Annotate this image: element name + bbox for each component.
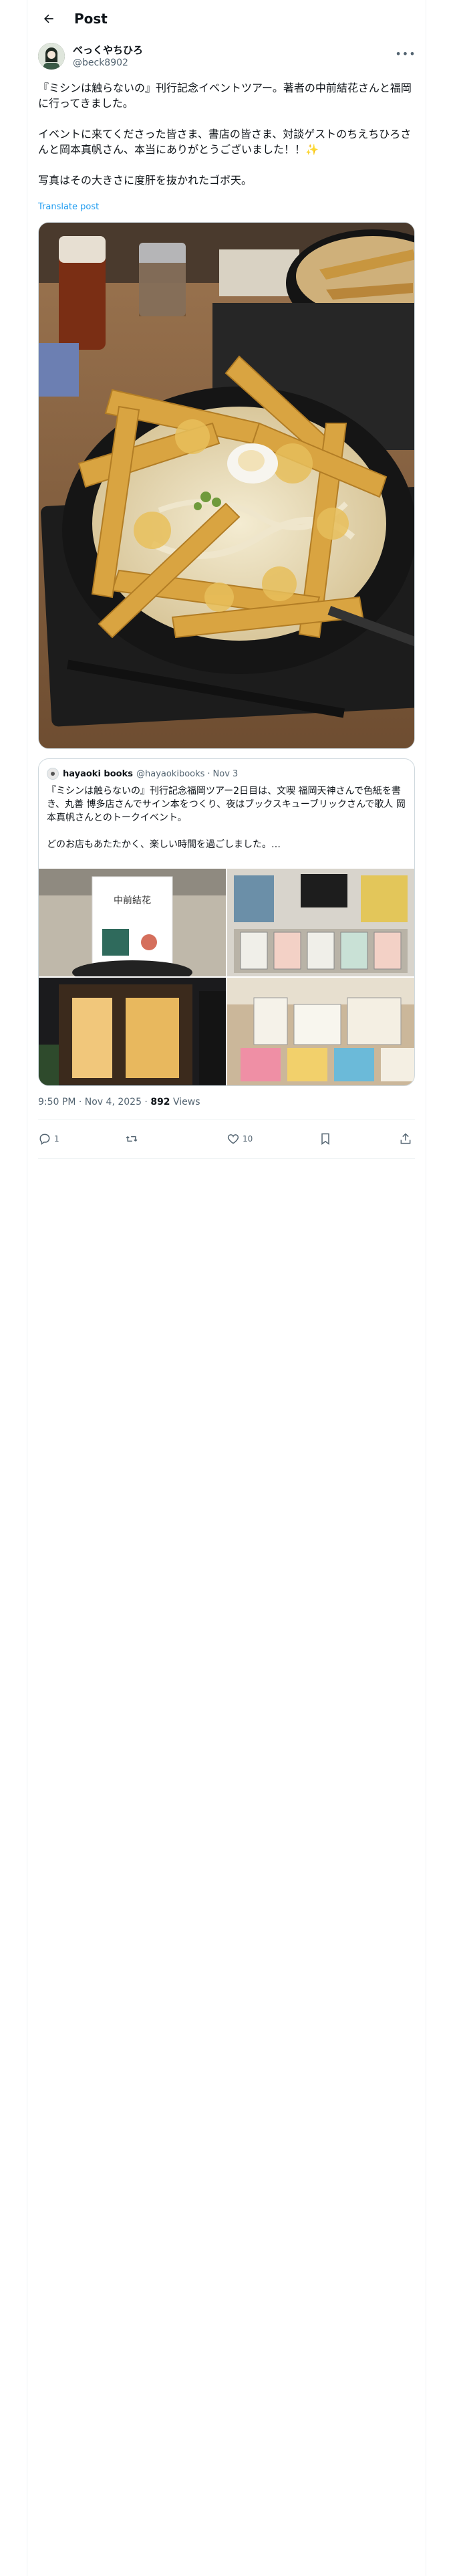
- post-paragraph: 写真はその大きさに度肝を抜かれたゴボ天。: [38, 174, 253, 187]
- divider: [38, 1158, 415, 1159]
- quoted-image-grid: 中前結花: [39, 869, 414, 1085]
- storefront-photo: [39, 978, 226, 1085]
- post-paragraph: 『ミシンは触らないの』刊行記念イベントツアー。著者の中前結花さんと福岡に行ってき…: [38, 82, 412, 110]
- reply-count: 1: [54, 1134, 59, 1144]
- top-bar: Post: [27, 0, 426, 37]
- separator-dot: ·: [207, 768, 210, 779]
- avatar[interactable]: [38, 43, 65, 70]
- author-handle[interactable]: @beck8902: [73, 58, 128, 68]
- action-bar: 1 10: [38, 1123, 415, 1156]
- share-icon: [400, 1133, 411, 1144]
- post-photo[interactable]: [38, 222, 415, 749]
- post-paragraph: イベントに来てくださった皆さま、書店の皆さま、対談ゲストのちえちひろさんと岡本真…: [38, 128, 412, 156]
- post-text: 『ミシンは触らないの』刊行記念イベントツアー。著者の中前結花さんと福岡に行ってき…: [38, 80, 415, 188]
- more-icon: •••: [395, 47, 416, 60]
- sun-icon: [51, 772, 55, 776]
- retweet-icon: [126, 1136, 138, 1142]
- quoted-text: 『ミシンは触らないの』刊行記念福岡ツアー2日目は、文喫 福岡天神さんで色紙を書き…: [47, 784, 408, 851]
- views-count: 892: [150, 1097, 170, 1107]
- signboard-photo: 中前結花: [39, 869, 226, 976]
- quoted-image-display[interactable]: [227, 869, 414, 976]
- like-button[interactable]: 10: [227, 1132, 253, 1146]
- retweet-button[interactable]: [125, 1132, 141, 1146]
- author-row: べっくやちひろ @beck8902 •••: [38, 40, 416, 75]
- divider: [38, 1119, 415, 1120]
- heart-icon: [227, 1134, 239, 1144]
- reply-icon: [39, 1134, 50, 1145]
- views-label: Views: [170, 1097, 200, 1107]
- post-meta: 9:50 PM · Nov 4, 2025 · 892 Views: [38, 1097, 200, 1107]
- quoted-paragraph: どのお店もあたたかく、楽しい時間を過ごしました。…: [47, 839, 281, 850]
- bookmark-icon: [321, 1133, 329, 1145]
- arrow-left-icon: [44, 14, 53, 23]
- quoted-avatar: [47, 768, 59, 780]
- quoted-author-name: hayaoki books: [63, 768, 133, 779]
- quoted-paragraph: 『ミシンは触らないの』刊行記念福岡ツアー2日目は、文喫 福岡天神さんで色紙を書き…: [47, 786, 406, 823]
- quoted-image-books[interactable]: [227, 978, 414, 1085]
- post-timestamp[interactable]: 9:50 PM · Nov 4, 2025 ·: [38, 1097, 150, 1107]
- more-options-button[interactable]: •••: [395, 44, 416, 63]
- quoted-image-signboard[interactable]: 中前結花: [39, 869, 226, 976]
- reply-button[interactable]: 1: [38, 1132, 59, 1146]
- avatar-illustration: [38, 43, 65, 70]
- back-button[interactable]: [35, 5, 62, 32]
- bookmark-button[interactable]: [319, 1132, 332, 1146]
- page: Post べっくやちひろ @beck8902 ••• 『ミシンは触らないの』刊行…: [0, 0, 451, 2576]
- quoted-image-storefront[interactable]: [39, 978, 226, 1085]
- author-name[interactable]: べっくやちひろ: [73, 43, 143, 57]
- quoted-post[interactable]: hayaoki books @hayaokibooks · Nov 3 『ミシン…: [38, 758, 415, 1086]
- quoted-date: Nov 3: [212, 768, 239, 779]
- translate-post-link[interactable]: Translate post: [38, 202, 99, 212]
- book-display-photo: [227, 869, 414, 976]
- page-title: Post: [74, 11, 108, 27]
- books-photo: [227, 978, 414, 1085]
- like-count: 10: [243, 1134, 253, 1144]
- quoted-author-handle: @hayaokibooks: [136, 768, 205, 779]
- share-button[interactable]: [399, 1132, 412, 1146]
- gobo-ten-udon-photo: [39, 223, 414, 748]
- quoted-post-header: hayaoki books @hayaokibooks · Nov 3: [47, 767, 238, 780]
- signboard-name: 中前結花: [114, 895, 151, 906]
- post-column: Post べっくやちひろ @beck8902 ••• 『ミシンは触らないの』刊行…: [27, 0, 426, 2576]
